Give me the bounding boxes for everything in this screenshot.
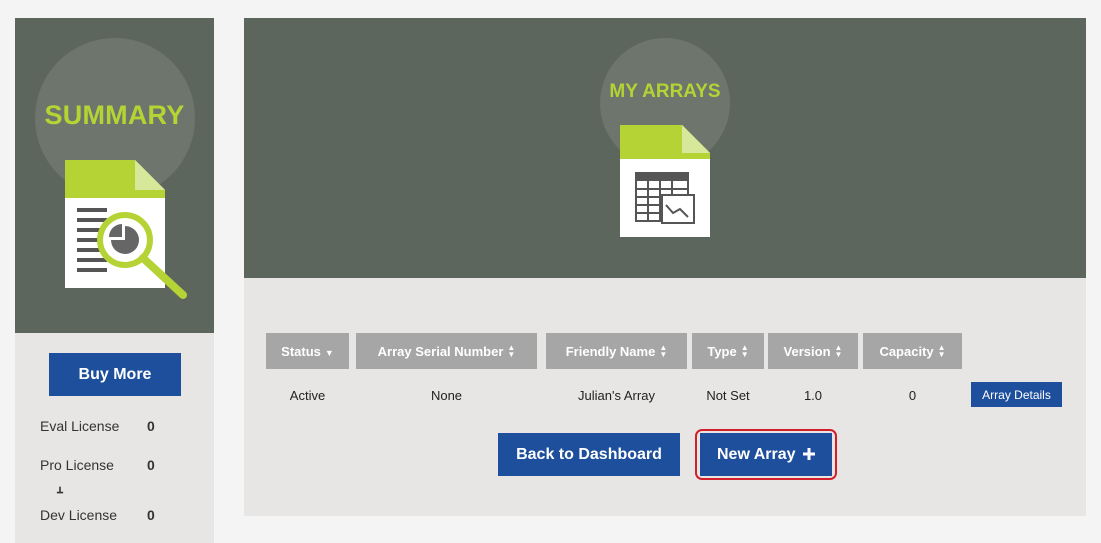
back-to-dashboard-button[interactable]: Back to Dashboard [498, 433, 680, 476]
column-header-friendly-name[interactable]: Friendly Name ▲ ▼ [546, 333, 687, 369]
column-header-status[interactable]: Status ▼ [266, 333, 349, 369]
license-count: 0 [147, 418, 155, 434]
document-magnifier-icon [65, 160, 187, 299]
caret-down-icon: ▼ [324, 348, 334, 358]
sort-icon: ▲ ▼ [740, 343, 749, 359]
column-header-capacity[interactable]: Capacity ▲ ▼ [863, 333, 962, 369]
column-header-version[interactable]: Version ▲ ▼ [768, 333, 858, 369]
column-label: Array Serial Number [377, 343, 504, 359]
cell-friendly-name: Julian's Array [578, 388, 655, 403]
cell-capacity: 0 [908, 388, 917, 403]
sidebar: SUMMARY Buy More Eval License 0 Pro Lice… [15, 18, 214, 543]
summary-header: SUMMARY [15, 18, 214, 333]
license-count: 0 [147, 507, 155, 523]
cell-type: Not Set [706, 388, 750, 403]
sort-icon: ▲ ▼ [937, 343, 946, 359]
buy-more-button[interactable]: Buy More [49, 353, 181, 396]
cell-version: 1.0 [803, 388, 823, 403]
main-panel: MY ARRAYS Status ▼ Array Serial Number ▲… [244, 18, 1086, 516]
my-arrays-header: MY ARRAYS [244, 18, 1086, 278]
column-label: Status [281, 343, 321, 359]
column-label: Capacity [879, 343, 934, 359]
sort-icon: ▲ ▼ [659, 343, 668, 359]
new-array-label: New Array [716, 445, 796, 463]
sort-icon: ▲ ▼ [834, 343, 843, 359]
column-header-type[interactable]: Type ▲ ▼ [692, 333, 764, 369]
license-label: Eval License [40, 418, 120, 434]
array-details-button[interactable]: Array Details [971, 382, 1062, 407]
summary-title: SUMMARY [44, 100, 185, 130]
plus-icon [803, 447, 815, 460]
new-array-button[interactable]: New Array [700, 433, 832, 476]
spreadsheet-chart-document-icon [620, 125, 710, 237]
cell-status: Active [289, 388, 326, 403]
column-label: Type [707, 343, 737, 359]
column-header-serial[interactable]: Array Serial Number ▲ ▼ [356, 333, 537, 369]
column-label: Version [783, 343, 831, 359]
license-label: Pro License [40, 457, 114, 473]
license-label: Dev License [40, 507, 118, 523]
divider-mark: ┻ [57, 488, 64, 499]
sort-icon: ▲ ▼ [507, 343, 516, 359]
my-arrays-title: MY ARRAYS [609, 81, 721, 102]
cell-serial: None [430, 388, 463, 403]
column-label: Friendly Name [565, 343, 656, 359]
license-count: 0 [147, 457, 155, 473]
